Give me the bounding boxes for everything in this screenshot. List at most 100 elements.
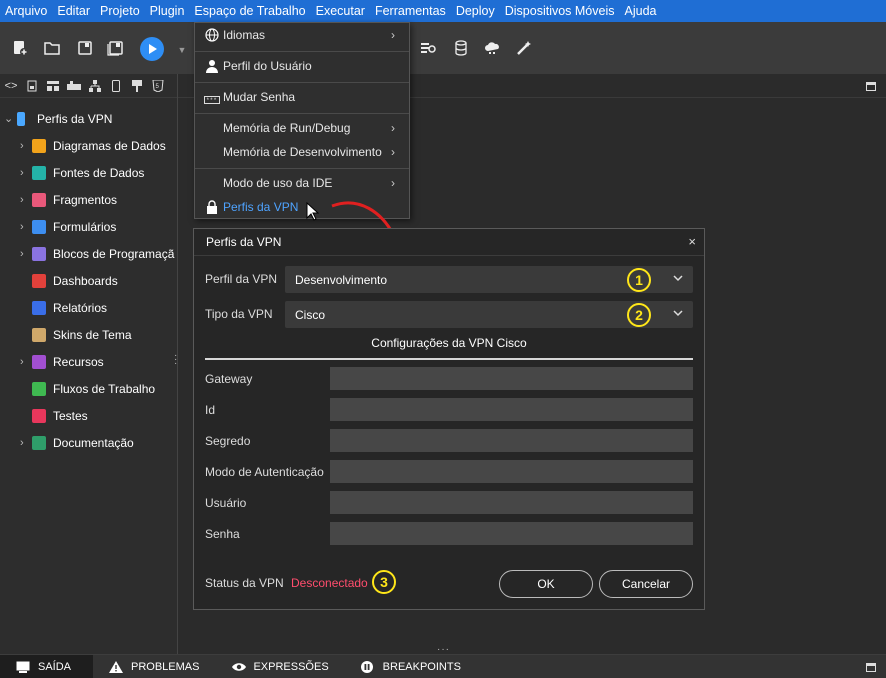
cloud-icon[interactable] [484,39,502,57]
menu-ferramentas[interactable]: Ferramentas [370,4,451,18]
maximize-icon[interactable] [866,663,876,672]
auth-mode-label: Modo de Autenticação [205,465,324,479]
vpn-profile-label: Perfil da VPN [205,272,278,286]
menu-item-mudar-senha[interactable]: *** Mudar Senha [195,85,409,109]
secret-label: Segredo [205,434,251,448]
tree-item[interactable]: › Fragmentos [0,186,178,213]
run-icon[interactable] [140,37,164,61]
dialog-header-divider [194,255,704,256]
tree-item[interactable]: Fluxos de Trabalho [0,375,178,402]
tree-item-label: Relatórios [53,300,108,315]
tab-expressoes[interactable]: EXPRESSÕES [215,655,344,678]
secret-input[interactable] [330,429,693,452]
id-input[interactable] [330,398,693,421]
menu-item-label: Modo de uso da IDE [223,176,333,190]
tree-item-label: Testes [53,408,88,423]
menu-divider [195,82,409,83]
tab-problemas[interactable]: PROBLEMAS [93,655,215,678]
menu-item-label: Mudar Senha [223,90,296,104]
chevron-right-icon: › [391,28,395,42]
close-icon[interactable]: × [688,234,696,249]
maximize-icon[interactable] [866,82,876,91]
save-icon[interactable] [76,39,94,57]
chevron-right-icon[interactable]: › [20,437,30,449]
menu-ajuda[interactable]: Ajuda [620,4,662,18]
menu-editar[interactable]: Editar [52,4,95,18]
tab-breakpoints[interactable]: BREAKPOINTS [345,655,477,678]
annotation-badge-1: 1 [627,268,651,292]
tree-item[interactable]: Relatórios [0,294,178,321]
style-icon[interactable] [130,79,144,93]
magic-wand-icon[interactable] [515,39,533,57]
tab-saida[interactable]: SAÍDA [0,654,93,678]
chevron-right-icon[interactable]: › [20,221,30,233]
user-icon [205,59,219,73]
save-all-icon[interactable] [107,39,125,57]
tree-item[interactable]: › Recursos [0,348,178,375]
chevron-right-icon[interactable]: › [20,248,30,260]
menu-deploy[interactable]: Deploy [451,4,500,18]
menu-item-memoria-desenvolvimento[interactable]: Memória de Desenvolvimento › [195,140,409,164]
run-dropdown-icon[interactable]: ▼ [173,41,191,59]
menu-item-label: Idiomas [223,28,266,42]
chevron-down-icon[interactable]: ⌄ [4,112,14,125]
auth-mode-input[interactable] [330,460,693,483]
chevron-right-icon[interactable]: › [20,167,30,179]
tree-item[interactable]: › Fontes de Dados [0,159,178,186]
menu-projeto[interactable]: Projeto [95,4,145,18]
tree-item[interactable]: Testes [0,402,178,429]
tree-item[interactable]: Skins de Tema [0,321,178,348]
chevron-right-icon[interactable]: › [20,356,30,368]
tree-item[interactable]: Dashboards [0,267,178,294]
lock-icon [206,200,218,214]
menu-arquivo[interactable]: Arquivo [0,4,52,18]
username-input[interactable] [330,491,693,514]
menu-dispositivos-moveis[interactable]: Dispositivos Móveis [500,4,620,18]
menu-item-memoria-run-debug[interactable]: Memória de Run/Debug › [195,116,409,140]
menu-executar[interactable]: Executar [311,4,370,18]
datasource-icon [32,165,46,180]
tree-icon[interactable] [88,79,102,93]
vpn-profile-value: Desenvolvimento [295,273,388,287]
menu-divider [195,168,409,169]
menu-plugin[interactable]: Plugin [145,4,190,18]
annotation-badge-2: 2 [627,303,651,327]
html5-icon[interactable]: 5 [151,79,165,93]
console-search-icon[interactable] [419,39,437,57]
chevron-right-icon[interactable]: › [20,194,30,206]
tree-item-label: Fontes de Dados [53,165,145,180]
menu-espaco-de-trabalho[interactable]: Espaço de Trabalho [189,4,310,18]
tree-item-label: Recursos [53,354,104,369]
cancel-button[interactable]: Cancelar [599,570,693,598]
password-input[interactable] [330,522,693,545]
tree-item-label: Documentação [53,435,134,450]
menu-item-idiomas[interactable]: Idiomas › [195,23,409,47]
database-icon[interactable] [452,39,470,57]
open-folder-icon[interactable] [43,39,61,57]
mobile-icon[interactable] [109,79,123,93]
menu-item-label: Memória de Desenvolvimento [223,145,382,159]
chevron-right-icon[interactable]: › [20,140,30,152]
gateway-input[interactable] [330,367,693,390]
menu-item-modo-uso-ide[interactable]: Modo de uso da IDE › [195,171,409,195]
tree-item[interactable]: › Documentação [0,429,178,456]
menu-bar: Arquivo Editar Projeto Plugin Espaço de … [0,0,886,22]
tree-item[interactable]: › Diagramas de Dados [0,132,178,159]
layout-icon[interactable] [46,79,60,93]
vpn-type-label: Tipo da VPN [205,307,273,321]
ok-button[interactable]: OK [499,570,593,598]
menu-item-perfil-usuario[interactable]: Perfil do Usuário [195,54,409,78]
workflow-icon [32,381,46,396]
new-file-icon[interactable] [11,39,29,57]
test-icon [32,408,46,423]
tree-item[interactable]: › Blocos de Programaçã [0,240,178,267]
sidebar-resize-handle[interactable]: · · · [174,351,177,369]
tree-root-item[interactable]: ⌄ Perfis da VPN [0,105,178,132]
tree-item[interactable]: › Formulários [0,213,178,240]
username-label: Usuário [205,496,247,510]
code-icon[interactable]: <> [4,79,18,93]
svg-text:***: *** [206,97,217,104]
component-icon[interactable] [67,79,81,93]
docs-icon [32,435,46,450]
page-icon[interactable] [25,79,39,93]
